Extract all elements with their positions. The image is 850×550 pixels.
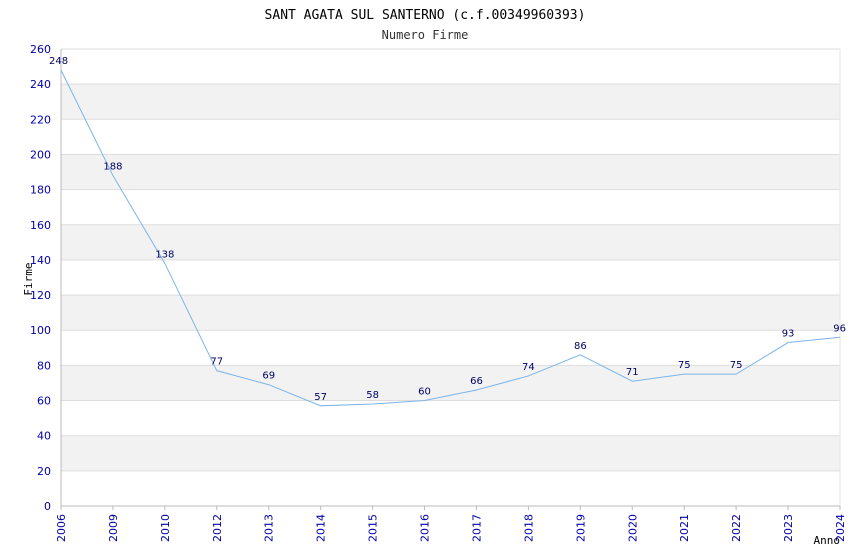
plot-band [61,295,840,331]
y-tick-label: 80 [37,359,51,372]
x-tick-label: 2021 [678,514,691,542]
x-tick-label: 2016 [419,514,432,542]
x-tick-label: 2006 [55,514,68,542]
plot-band [61,84,840,120]
x-tick-label: 2019 [574,514,587,542]
data-label: 188 [103,162,122,173]
data-label: 75 [730,360,743,371]
data-label: 57 [314,392,327,403]
x-tick-label: 2022 [730,514,743,542]
y-tick-label: 260 [30,43,51,56]
chart: SANT AGATA SUL SANTERNO (c.f.00349960393… [22,8,847,547]
data-label: 77 [210,357,223,368]
y-tick-label: 60 [37,395,51,408]
y-tick-label: 20 [37,465,51,478]
y-tick-label: 100 [30,324,51,337]
data-label: 86 [574,341,587,352]
data-label: 74 [522,362,535,373]
data-label: 66 [470,376,483,387]
x-tick-label: 2017 [470,514,483,542]
plot-band [61,119,840,155]
x-tick-label: 2015 [367,514,380,542]
x-tick-label: 2009 [107,514,120,542]
y-tick-label: 160 [30,219,51,232]
x-tick-label: 2012 [211,514,224,542]
x-tick-label: 2010 [159,514,172,542]
data-label: 60 [418,387,431,398]
plot-band [61,224,840,260]
plot-band [61,470,840,506]
chart-subtitle: Numero Firme [382,28,469,42]
x-tick-label: 2020 [626,514,639,542]
y-axis-title: Firme [22,262,35,295]
y-tick-label: 40 [37,430,51,443]
plot-band [61,400,840,436]
data-label: 93 [782,329,795,340]
plot-band [61,49,840,85]
data-label: 69 [262,371,275,382]
chart-title: SANT AGATA SUL SANTERNO (c.f.00349960393… [265,8,586,23]
y-tick-label: 200 [30,148,51,161]
plot-band [61,330,840,366]
plot-band [61,154,840,190]
x-tick-label: 2023 [782,514,795,542]
data-label: 71 [626,367,639,378]
data-label: 75 [678,360,691,371]
plot-band [61,435,840,471]
x-axis-title: Anno [814,534,841,547]
data-label: 138 [155,249,174,260]
plot-band [61,189,840,225]
data-label: 248 [49,56,68,67]
data-label: 96 [833,323,846,334]
y-tick-label: 240 [30,78,51,91]
x-tick-label: 2018 [522,514,535,542]
y-tick-label: 220 [30,113,51,126]
x-axis-ticks: 2006 2009 2010 2012 2013 2014 2015 2016 2017 2018… [55,506,847,542]
data-label: 58 [366,390,379,401]
x-tick-label: 2013 [263,514,276,542]
x-tick-label: 2014 [315,514,328,542]
y-tick-label: 0 [44,500,51,513]
plot-background-bands [61,49,840,506]
y-tick-label: 180 [30,184,51,197]
